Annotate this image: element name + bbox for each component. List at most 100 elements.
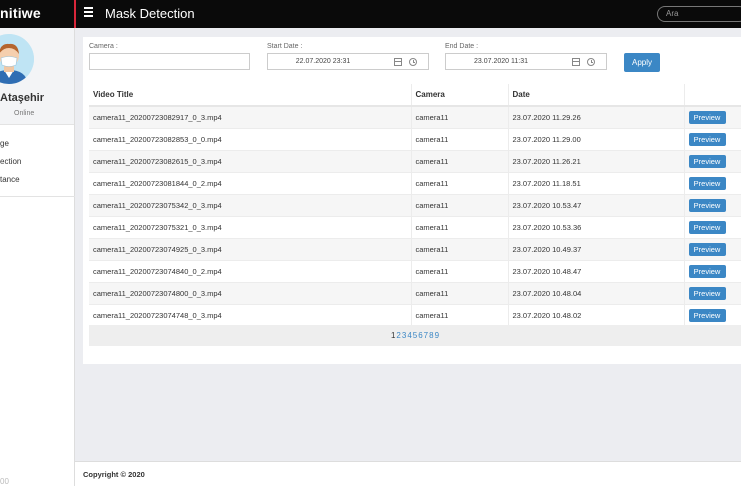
start-date-label: Start Date : bbox=[267, 43, 303, 50]
date-cell: 23.07.2020 10.49.37 bbox=[507, 237, 684, 260]
page-link-7[interactable]: 7 bbox=[424, 331, 428, 340]
video-table: Video Title Camera Date camera11_2020072… bbox=[89, 84, 741, 326]
clock-icon[interactable] bbox=[587, 58, 595, 66]
preview-cell: Preview bbox=[683, 171, 741, 194]
user-status: Online bbox=[14, 110, 35, 117]
table-row: camera11_20200723074925_0_3.mp4 camera11 2… bbox=[89, 237, 741, 260]
user-avatar-icon bbox=[0, 34, 34, 84]
page-link-1[interactable]: 1 bbox=[391, 331, 395, 340]
date-cell: 23.07.2020 11.18.51 bbox=[507, 171, 684, 194]
preview-cell: Preview bbox=[683, 303, 741, 326]
apply-button[interactable]: Apply bbox=[624, 53, 660, 72]
menu-icon[interactable] bbox=[84, 7, 93, 19]
camera-cell: camera11 bbox=[410, 127, 508, 150]
preview-button[interactable]: Preview bbox=[688, 286, 726, 300]
table-row: camera11_20200723074748_0_3.mp4 camera11 2… bbox=[89, 303, 741, 326]
date-cell: 23.07.2020 10.48.47 bbox=[507, 259, 684, 282]
page-title: Mask Detection bbox=[105, 6, 195, 21]
preview-button[interactable]: Preview bbox=[688, 198, 726, 212]
date-cell: 23.07.2020 11.29.00 bbox=[507, 127, 684, 150]
table-header-row: Video Title Camera Date bbox=[89, 84, 741, 107]
table-row: camera11_20200723081844_0_2.mp4 camera11 2… bbox=[89, 171, 741, 194]
video-title-cell: camera11_20200723074800_0_3.mp4 bbox=[89, 281, 411, 304]
date-cell: 23.07.2020 10.53.36 bbox=[507, 215, 684, 238]
sidebar-nav: ge ection tance bbox=[0, 135, 75, 189]
table-row: camera11_20200723074800_0_3.mp4 camera11 2… bbox=[89, 281, 741, 304]
camera-cell: camera11 bbox=[410, 259, 508, 282]
table-row: camera11_20200723082917_0_3.mp4 camera11 2… bbox=[89, 105, 741, 128]
page-link-2[interactable]: 2 bbox=[396, 331, 400, 340]
end-date-label: End Date : bbox=[445, 43, 479, 50]
column-header-actions bbox=[683, 84, 741, 107]
camera-cell: camera11 bbox=[410, 303, 508, 326]
camera-label: Camera : bbox=[89, 43, 118, 50]
end-date-input[interactable]: 23.07.2020 11:31 bbox=[445, 53, 607, 70]
sidebar-item-page[interactable]: ge bbox=[0, 135, 75, 153]
table-row: camera11_20200723075342_0_3.mp4 camera11 2… bbox=[89, 193, 741, 216]
search-input[interactable]: Ara bbox=[657, 6, 741, 22]
page-link-3[interactable]: 3 bbox=[402, 331, 406, 340]
date-cell: 23.07.2020 10.48.02 bbox=[507, 303, 684, 326]
preview-button[interactable]: Preview bbox=[688, 220, 726, 234]
preview-cell: Preview bbox=[683, 193, 741, 216]
user-name: Ataşehir bbox=[0, 92, 45, 104]
start-date-input[interactable]: 22.07.2020 23:31 bbox=[267, 53, 429, 70]
video-title-cell: camera11_20200723074748_0_3.mp4 bbox=[89, 303, 411, 326]
date-cell: 23.07.2020 11.29.26 bbox=[507, 105, 684, 128]
preview-button[interactable]: Preview bbox=[688, 308, 726, 322]
video-title-cell: camera11_20200723075321_0_3.mp4 bbox=[89, 215, 411, 238]
brand-accent-bar bbox=[74, 0, 76, 28]
top-bar: nitiwe Mask Detection Ara bbox=[0, 0, 741, 28]
preview-button[interactable]: Preview bbox=[688, 264, 726, 278]
camera-cell: camera11 bbox=[410, 193, 508, 216]
preview-cell: Preview bbox=[683, 215, 741, 238]
preview-button[interactable]: Preview bbox=[688, 110, 726, 124]
sidebar: Ataşehir Online ge ection tance 00 bbox=[0, 28, 75, 486]
video-list-card: Camera : Start Date : 22.07.2020 23:31 E… bbox=[83, 37, 741, 364]
avatar bbox=[0, 34, 34, 84]
preview-cell: Preview bbox=[683, 237, 741, 260]
date-cell: 23.07.2020 10.53.47 bbox=[507, 193, 684, 216]
column-header-date[interactable]: Date bbox=[507, 84, 684, 107]
page-link-8[interactable]: 8 bbox=[429, 331, 433, 340]
video-title-cell: camera11_20200723075342_0_3.mp4 bbox=[89, 193, 411, 216]
calendar-icon[interactable] bbox=[572, 58, 580, 66]
page-link-5[interactable]: 5 bbox=[413, 331, 417, 340]
calendar-icon[interactable] bbox=[394, 58, 402, 66]
column-header-video-title[interactable]: Video Title bbox=[89, 84, 411, 107]
video-title-cell: camera11_20200723082853_0_0.mp4 bbox=[89, 127, 411, 150]
table-row: camera11_20200723082853_0_0.mp4 camera11 2… bbox=[89, 127, 741, 150]
preview-button[interactable]: Preview bbox=[688, 132, 726, 146]
date-cell: 23.07.2020 11.26.21 bbox=[507, 149, 684, 172]
column-header-camera[interactable]: Camera bbox=[410, 84, 508, 107]
brand-logo[interactable]: nitiwe bbox=[0, 0, 74, 28]
sidebar-footer-text: 00 bbox=[0, 477, 9, 486]
pagination: 123456789 bbox=[89, 325, 741, 346]
sidebar-item-detection[interactable]: ection bbox=[0, 153, 75, 171]
table-row: camera11_20200723082615_0_3.mp4 camera11 2… bbox=[89, 149, 741, 172]
preview-button[interactable]: Preview bbox=[688, 176, 726, 190]
page-link-6[interactable]: 6 bbox=[418, 331, 422, 340]
preview-button[interactable]: Preview bbox=[688, 242, 726, 256]
video-title-cell: camera11_20200723082917_0_3.mp4 bbox=[89, 105, 411, 128]
table-row: camera11_20200723075321_0_3.mp4 camera11 2… bbox=[89, 215, 741, 238]
camera-cell: camera11 bbox=[410, 171, 508, 194]
camera-cell: camera11 bbox=[410, 215, 508, 238]
start-date-value: 22.07.2020 23:31 bbox=[295, 58, 351, 65]
page-link-9[interactable]: 9 bbox=[435, 331, 439, 340]
preview-button[interactable]: Preview bbox=[688, 154, 726, 168]
table-row: camera11_20200723074840_0_2.mp4 camera11 2… bbox=[89, 259, 741, 282]
preview-cell: Preview bbox=[683, 105, 741, 128]
camera-cell: camera11 bbox=[410, 105, 508, 128]
clock-icon[interactable] bbox=[409, 58, 417, 66]
camera-input[interactable] bbox=[89, 53, 250, 70]
page-link-4[interactable]: 4 bbox=[407, 331, 411, 340]
preview-cell: Preview bbox=[683, 149, 741, 172]
end-date-value: 23.07.2020 11:31 bbox=[474, 58, 528, 65]
sidebar-item-distance[interactable]: tance bbox=[0, 171, 75, 189]
date-cell: 23.07.2020 10.48.04 bbox=[507, 281, 684, 304]
preview-cell: Preview bbox=[683, 259, 741, 282]
video-title-cell: camera11_20200723082615_0_3.mp4 bbox=[89, 149, 411, 172]
video-title-cell: camera11_20200723081844_0_2.mp4 bbox=[89, 171, 411, 194]
video-title-cell: camera11_20200723074925_0_3.mp4 bbox=[89, 237, 411, 260]
